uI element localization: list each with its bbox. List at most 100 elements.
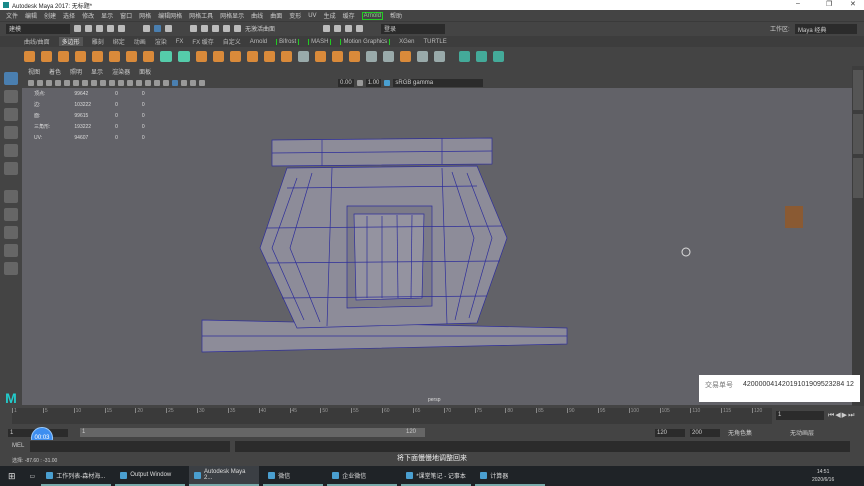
field-chart-icon[interactable] (154, 79, 160, 86)
uv-editor-icon[interactable] (417, 50, 428, 62)
end-frame-field[interactable]: 120 (655, 428, 685, 437)
shelf-tab[interactable]: TURTLE (424, 39, 447, 45)
shelf-tab[interactable]: 曲线/曲面 (24, 37, 50, 46)
windows-start-icon[interactable]: ⊞ (0, 471, 24, 482)
shelf-tab[interactable]: XGen (399, 39, 414, 45)
poly-cone-icon[interactable] (75, 50, 86, 62)
shelf-tab[interactable]: 多边形 (58, 37, 83, 46)
taskbar-item[interactable]: *课堂笔记 - 记事本 (401, 466, 472, 486)
taskbar-item[interactable]: 微信 (263, 466, 324, 486)
wireframe-on-shaded-icon[interactable] (64, 79, 70, 86)
menu-item[interactable]: 窗口 (120, 11, 132, 20)
backface-icon[interactable] (181, 79, 187, 86)
textured-icon[interactable] (73, 79, 79, 86)
menu-item[interactable]: UV (308, 13, 316, 19)
colorspace-dropdown[interactable]: sRGB gamma (393, 78, 484, 87)
login-dropdown[interactable]: 登录 (381, 23, 446, 34)
max-frame-field[interactable]: 200 (690, 428, 720, 437)
range-bar[interactable]: 1 120 (80, 428, 425, 437)
shelf-tab[interactable]: MASH (308, 38, 332, 45)
snap-point-icon[interactable] (212, 25, 219, 32)
menu-item[interactable]: 编辑 (25, 11, 37, 20)
menu-item[interactable]: 帮助 (390, 11, 402, 20)
new-scene-icon[interactable] (74, 25, 81, 32)
poly-sphere-icon[interactable] (24, 50, 35, 62)
append-icon[interactable] (383, 50, 394, 62)
ipr-icon[interactable] (334, 25, 342, 32)
mirror-cut-icon[interactable] (476, 50, 487, 62)
graph-layout-icon[interactable] (4, 262, 18, 275)
single-pane-layout-icon[interactable] (4, 190, 18, 203)
render-settings-icon[interactable] (345, 25, 353, 32)
smooth-icon[interactable] (264, 50, 275, 62)
paint-select-icon[interactable] (4, 108, 18, 121)
taskbar-item[interactable]: Output Window (115, 466, 186, 486)
menu-set-dropdown[interactable]: 建模 (6, 23, 70, 34)
minimize-button[interactable]: – (796, 0, 800, 7)
channel-box-tab[interactable] (853, 70, 863, 110)
shelf-tab[interactable]: 动画 (134, 37, 146, 46)
wireframe-icon[interactable] (46, 79, 52, 86)
gamma-field[interactable]: 1.00 (365, 78, 382, 87)
workspace-dropdown[interactable]: Maya 经典 (795, 24, 857, 34)
menu-item[interactable]: 显示 (101, 11, 113, 20)
hud-icon[interactable] (190, 79, 196, 86)
render-icon[interactable] (323, 25, 331, 32)
poly-text-icon[interactable] (160, 50, 172, 62)
move-tool-icon[interactable] (4, 126, 18, 139)
menu-item[interactable]: 编辑网格 (158, 11, 182, 20)
character-set-dropdown[interactable]: 无角色集 (728, 428, 752, 437)
menu-item[interactable]: 曲面 (270, 11, 282, 20)
fill-hole-icon[interactable] (366, 50, 377, 62)
restore-button[interactable]: ❐ (826, 0, 832, 8)
poly-pipe-icon[interactable] (143, 50, 154, 62)
multi-cut-icon[interactable] (298, 50, 309, 62)
isolate-icon[interactable] (118, 79, 124, 86)
safe-action-icon[interactable] (163, 79, 169, 86)
soft-select-icon[interactable] (493, 50, 504, 62)
grid-icon[interactable] (37, 79, 43, 86)
color-management-icon[interactable] (384, 79, 391, 86)
side-by-side-layout-icon[interactable] (4, 226, 18, 239)
menu-item[interactable]: 修改 (82, 11, 94, 20)
snap-view-icon[interactable] (223, 25, 230, 32)
separate-icon[interactable] (213, 50, 224, 62)
poly-cylinder-icon[interactable] (58, 50, 69, 62)
snap-curve-icon[interactable] (201, 25, 208, 32)
bevel-icon[interactable] (349, 50, 360, 62)
bridge-icon[interactable] (332, 50, 343, 62)
panel-menu-item[interactable]: 面板 (139, 67, 151, 76)
mel-label[interactable]: MEL (12, 443, 24, 449)
smooth-shade-icon[interactable] (55, 79, 61, 86)
panel-menu-item[interactable]: 照明 (70, 67, 82, 76)
task-view-icon[interactable]: ▭ (24, 473, 42, 480)
taskbar-item[interactable]: 计算器 (475, 466, 546, 486)
shelf-tab[interactable]: 自定义 (223, 37, 241, 46)
exposure-field[interactable]: 0.00 (338, 78, 354, 87)
menu-item[interactable]: 生成 (324, 11, 336, 20)
panel-menu-item[interactable]: 着色 (49, 67, 61, 76)
attribute-editor-tab[interactable] (853, 114, 863, 154)
anim-layer-dropdown[interactable]: 无动画层 (790, 428, 814, 437)
poly-cube-icon[interactable] (41, 50, 52, 62)
menu-item[interactable]: 网格工具 (189, 11, 213, 20)
shelf-tab[interactable]: Bifrost (276, 38, 300, 45)
menu-item[interactable]: 缓存 (343, 11, 355, 20)
aa-icon[interactable] (109, 79, 115, 86)
undo-icon[interactable] (107, 25, 114, 32)
taskbar-item[interactable]: Autodesk Maya 2... (189, 466, 260, 486)
shadows-icon[interactable] (91, 79, 97, 86)
four-pane-layout-icon[interactable] (4, 208, 18, 221)
menu-item[interactable]: 选择 (63, 11, 75, 20)
menu-item[interactable]: 文件 (6, 11, 18, 20)
hypershade-icon[interactable] (356, 25, 364, 32)
command-input[interactable] (30, 441, 230, 452)
ao-icon[interactable] (100, 79, 106, 86)
exposure-icon[interactable] (199, 79, 205, 86)
scale-tool-icon[interactable] (4, 162, 18, 175)
merge-icon[interactable] (400, 50, 411, 62)
menu-item[interactable]: 网格显示 (220, 11, 244, 20)
poly-torus-icon[interactable] (109, 50, 120, 62)
planar-map-icon[interactable] (434, 50, 445, 62)
select-hierarchy-icon[interactable] (143, 25, 150, 32)
